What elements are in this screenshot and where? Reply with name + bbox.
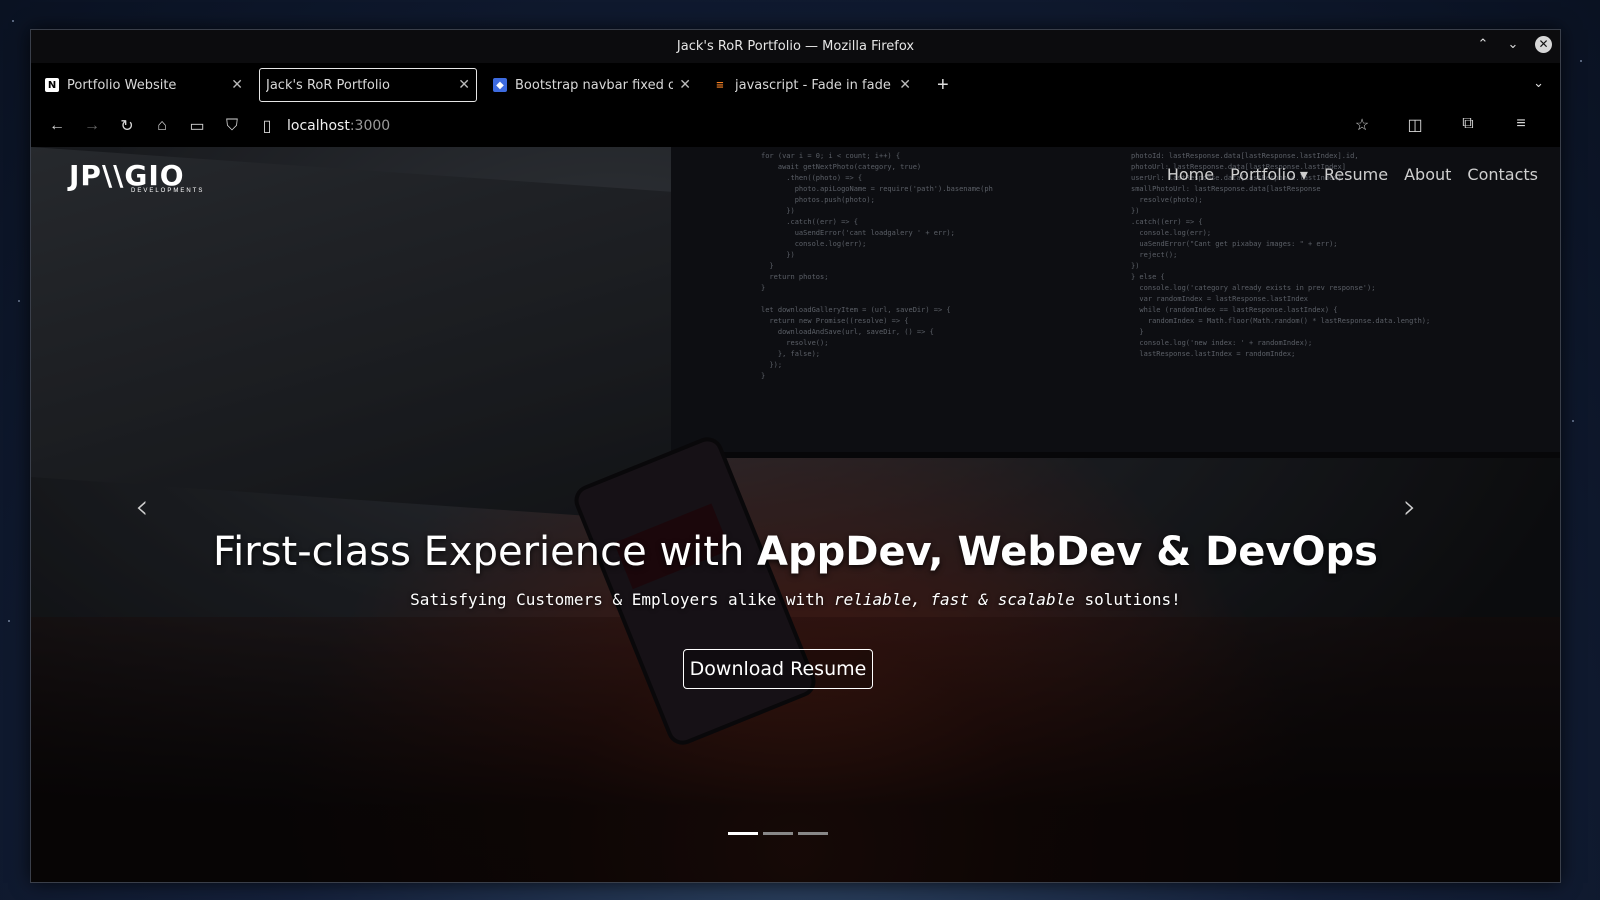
nav-portfolio-label: Portfolio (1230, 165, 1296, 184)
close-tab-icon[interactable]: ✕ (458, 77, 470, 93)
hero-sub-italic: reliable, fast & scalable (834, 590, 1075, 609)
stackoverflow-icon: ≡ (715, 79, 725, 91)
tab-list-icon[interactable]: ⌄ (1533, 75, 1544, 91)
title-bar: Jack's RoR Portfolio — Mozilla Firefox ⌃… (31, 30, 1560, 63)
new-tab-button[interactable]: + (937, 74, 949, 97)
tab-label: javascript - Fade in fade ou (735, 77, 893, 93)
bootstrap-icon: ◆ (493, 78, 507, 92)
back-icon[interactable]: ← (47, 117, 67, 135)
nav-home[interactable]: Home (1167, 165, 1214, 184)
carousel-indicators (728, 832, 828, 835)
url-host: localhost (287, 117, 350, 134)
brand-sub: DEVELOPMENTS (131, 188, 205, 194)
tab-label: Jack's RoR Portfolio (266, 77, 391, 93)
site-logo[interactable]: JP\\GIO DEVELOPMENTS (69, 159, 204, 194)
tab-label: Portfolio Website (67, 77, 177, 93)
nav-about[interactable]: About (1404, 165, 1451, 184)
carousel-next-icon[interactable]: › (1403, 487, 1417, 527)
notion-icon: N (45, 78, 59, 92)
minimize-icon[interactable]: ⌃ (1475, 37, 1491, 52)
caret-down-icon: ▾ (1299, 165, 1308, 184)
close-tab-icon[interactable]: ✕ (231, 77, 243, 93)
extensions-icon[interactable]: ⧉ (1458, 115, 1478, 135)
reader-view-icon[interactable]: ▭ (187, 116, 207, 136)
nav-toolbar: ← → ↻ ⌂ ▭ ⛉ ▯ localhost:3000 ☆ ◫ ⧉ ≡ (31, 107, 1560, 144)
hero-sub-start: Satisfying Customers & Employers alike w… (410, 590, 835, 609)
bookmark-star-icon[interactable]: ☆ (1352, 115, 1372, 135)
web-page: for (var i = 0; i < count; i++) { await … (31, 147, 1560, 882)
site-nav: Home Portfolio ▾ Resume About Contacts (1167, 165, 1538, 184)
carousel-prev-icon[interactable]: ‹ (135, 487, 149, 527)
forward-icon[interactable]: → (82, 117, 102, 135)
pocket-icon[interactable]: ◫ (1405, 115, 1425, 135)
hero-title-bold: AppDev, WebDev & DevOps (757, 529, 1378, 575)
maximize-icon[interactable]: ⌄ (1505, 37, 1521, 52)
close-tab-icon[interactable]: ✕ (679, 77, 691, 93)
carousel-indicator-1[interactable] (728, 832, 758, 835)
hero-title: First-class Experience with AppDev, WebD… (31, 529, 1560, 575)
hero-sub-end: solutions! (1074, 590, 1181, 609)
tab-jacks-ror-portfolio[interactable]: Jack's RoR Portfolio ✕ (259, 68, 477, 102)
menu-icon[interactable]: ≡ (1511, 115, 1531, 135)
tab-label: Bootstrap navbar fixed on (515, 77, 674, 93)
hero-title-plain: First-class Experience with (213, 529, 758, 575)
home-icon[interactable]: ⌂ (152, 117, 172, 135)
reload-icon[interactable]: ↻ (117, 116, 137, 136)
carousel-indicator-2[interactable] (763, 832, 793, 835)
url-port: :3000 (349, 117, 391, 134)
carousel-indicator-3[interactable] (798, 832, 828, 835)
window-title: Jack's RoR Portfolio — Mozilla Firefox (676, 39, 915, 54)
tab-javascript-fade[interactable]: ≡ javascript - Fade in fade ou ✕ (707, 68, 917, 102)
nav-contacts[interactable]: Contacts (1467, 165, 1538, 184)
browser-window: Jack's RoR Portfolio — Mozilla Firefox ⌃… (30, 29, 1561, 883)
shield-icon[interactable]: ⛉ (222, 117, 242, 135)
nav-portfolio[interactable]: Portfolio ▾ (1230, 165, 1308, 184)
close-tab-icon[interactable]: ✕ (899, 77, 911, 93)
tab-portfolio-website[interactable]: N Portfolio Website ✕ (39, 68, 249, 102)
hero-subtitle: Satisfying Customers & Employers alike w… (31, 590, 1560, 609)
tab-bootstrap-navbar[interactable]: ◆ Bootstrap navbar fixed on ✕ (487, 68, 697, 102)
close-icon[interactable]: ✕ (1535, 36, 1552, 53)
download-resume-button[interactable]: Download Resume (683, 649, 873, 689)
tab-bar: N Portfolio Website ✕ Jack's RoR Portfol… (31, 63, 1560, 107)
nav-resume[interactable]: Resume (1324, 165, 1388, 184)
page-info-icon[interactable]: ▯ (257, 116, 277, 136)
url-bar[interactable]: localhost:3000 (287, 118, 390, 134)
